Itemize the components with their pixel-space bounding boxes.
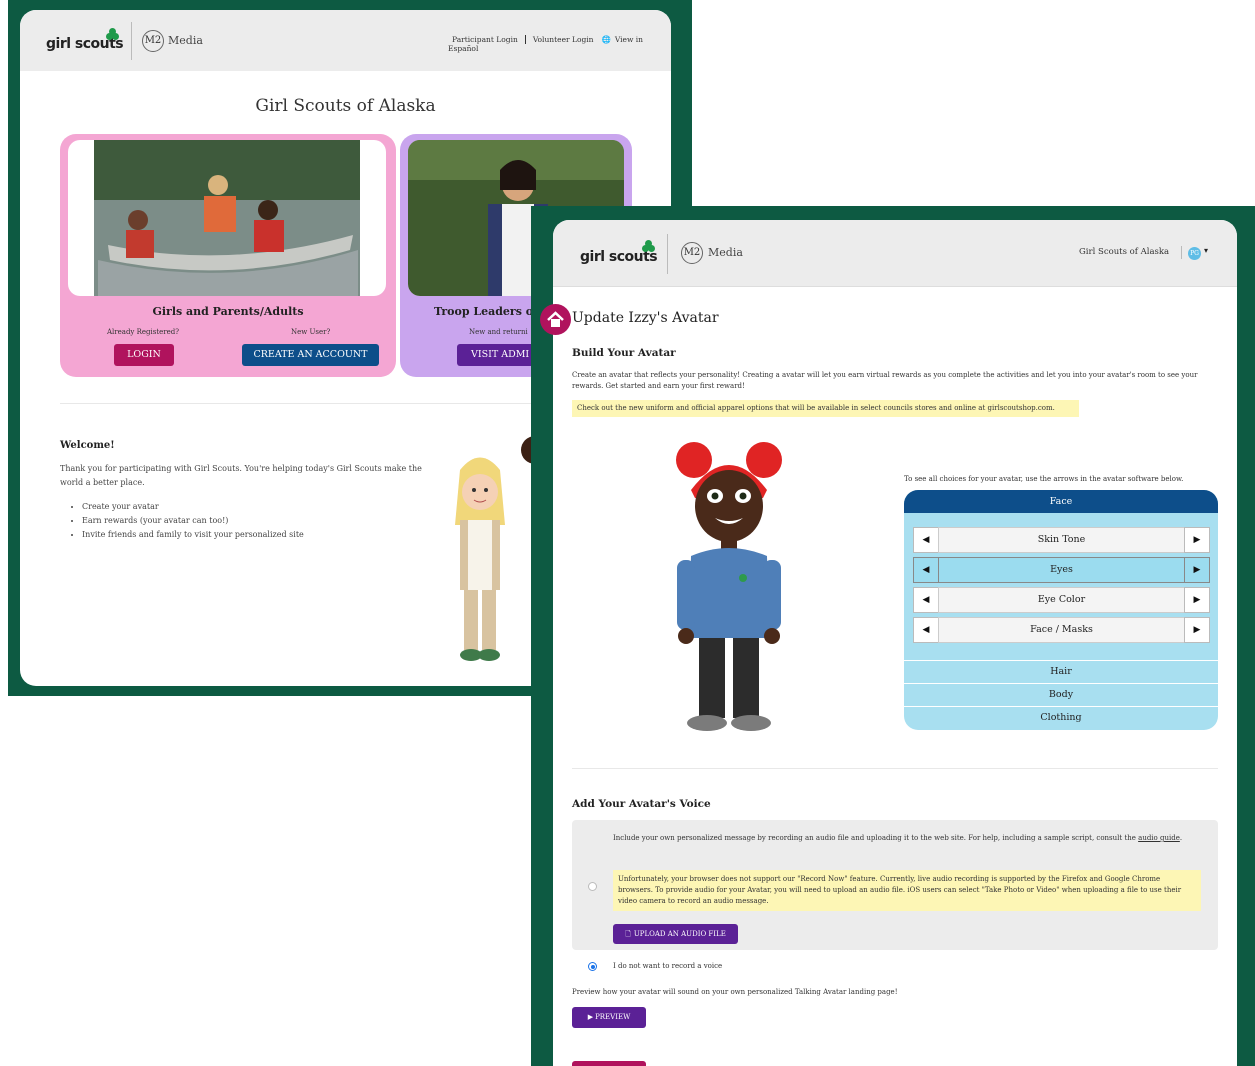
next-arrow-icon[interactable]: ▶: [1184, 557, 1210, 583]
welcome-heading: Welcome!: [60, 440, 115, 451]
header-divider: [131, 22, 132, 60]
create-account-button[interactable]: CREATE AN ACCOUNT: [242, 344, 379, 366]
play-circle-icon: ▶: [587, 1013, 594, 1021]
card-heading: Girls and Parents/Adults: [152, 305, 304, 318]
voice-heading: Add Your Avatar's Voice: [572, 798, 711, 810]
apparel-notice: Check out the new uniform and official a…: [572, 400, 1079, 417]
avatar-picker: Face ◀ Skin Tone ▶ ◀ Eyes ▶ ◀ Eye Color …: [904, 490, 1218, 730]
preview-text: Preview how your avatar will sound on yo…: [572, 988, 898, 996]
editor-header: girl scouts M2 Media Girl Scouts of Alas…: [553, 220, 1237, 287]
canoe-photo: [68, 140, 386, 296]
voice-instructions-text: Include your own personalized message by…: [613, 834, 1136, 842]
option-label: Skin Tone: [938, 527, 1185, 553]
login-button[interactable]: LOGIN: [114, 344, 174, 366]
avatar-editor-window: girl scouts M2 Media Girl Scouts of Alas…: [553, 220, 1237, 1066]
face-section-tab[interactable]: Face: [904, 490, 1218, 513]
preview-button[interactable]: ▶ PREVIEW: [572, 1007, 646, 1028]
volunteer-login-link[interactable]: Volunteer Login: [529, 35, 598, 44]
option-label: Eye Color: [938, 587, 1185, 613]
next-arrow-icon[interactable]: ▶: [1184, 527, 1210, 553]
option-label: Eyes: [938, 557, 1185, 583]
m2-badge: M2: [142, 30, 164, 52]
category-hair[interactable]: Hair: [904, 660, 1218, 683]
avatar-preview: [676, 442, 782, 731]
trefoil-icon: [106, 28, 120, 42]
new-returning-label: New and returni: [469, 328, 528, 336]
save-button[interactable]: [572, 1061, 646, 1066]
upload-audio-button[interactable]: 🗋 UPLOAD AN AUDIO FILE: [613, 924, 738, 944]
user-avatar[interactable]: PG: [1188, 247, 1201, 260]
top-links: Participant Login Volunteer Login 🌐 View in…: [448, 35, 671, 53]
option-eyes: ◀ Eyes ▶: [913, 557, 1210, 583]
option-eye-color: ◀ Eye Color ▶: [913, 587, 1210, 613]
next-arrow-icon[interactable]: ▶: [1184, 587, 1210, 613]
new-user-label: New User?: [291, 328, 331, 336]
audio-guide-link[interactable]: audio guide: [1138, 834, 1180, 842]
m2-media-label: Media: [708, 246, 743, 259]
header-divider: [667, 234, 668, 274]
girls-parents-card: Girls and Parents/Adults Already Registe…: [60, 134, 396, 377]
picker-hint: To see all choices for your avatar, use …: [904, 475, 1184, 483]
upload-audio-label: UPLOAD AN AUDIO FILE: [633, 930, 726, 938]
card-heading: Troop Leaders or: [434, 305, 539, 318]
preview-label: PREVIEW: [595, 1013, 631, 1021]
already-registered-label: Already Registered?: [107, 328, 180, 336]
build-avatar-heading: Build Your Avatar: [572, 347, 676, 359]
caret-down-icon[interactable]: ▾: [1204, 246, 1208, 255]
next-arrow-icon[interactable]: ▶: [1184, 617, 1210, 643]
section-divider: [572, 768, 1218, 769]
list-item: Earn rewards (your avatar can too!): [82, 514, 304, 528]
option-skin-tone: ◀ Skin Tone ▶: [913, 527, 1210, 553]
page-title: Girl Scouts of Alaska: [255, 96, 436, 116]
welcome-list: Create your avatar Earn rewards (your av…: [60, 500, 304, 542]
participant-login-link[interactable]: Participant Login: [448, 35, 522, 44]
category-body[interactable]: Body: [904, 683, 1218, 706]
home-button[interactable]: [540, 304, 571, 335]
voice-instructions: Include your own personalized message by…: [613, 834, 1183, 842]
no-voice-label: I do not want to record a voice: [613, 962, 723, 970]
trefoil-icon: [642, 240, 656, 254]
org-divider: [1181, 246, 1182, 259]
globe-icon: 🌐: [601, 35, 611, 44]
canoe-photo-image: [94, 140, 360, 296]
list-item: Invite friends and family to visit your …: [82, 528, 304, 542]
build-intro-text: Create an avatar that reflects your pers…: [572, 371, 1198, 390]
browser-warning: Unfortunately, your browser does not sup…: [613, 870, 1201, 911]
file-icon: 🗋: [625, 930, 631, 938]
org-name: Girl Scouts of Alaska: [1079, 247, 1170, 257]
list-item: Create your avatar: [82, 500, 304, 514]
prev-arrow-icon[interactable]: ◀: [913, 587, 939, 613]
prev-arrow-icon[interactable]: ◀: [913, 617, 939, 643]
category-clothing[interactable]: Clothing: [904, 706, 1218, 729]
voice-upload-panel: Include your own personalized message by…: [572, 820, 1218, 950]
option-label: Face / Masks: [938, 617, 1185, 643]
link-separator: [524, 35, 526, 44]
m2-badge: M2: [681, 242, 703, 264]
record-voice-radio[interactable]: [588, 882, 597, 891]
home-icon: [547, 311, 564, 327]
no-voice-radio[interactable]: [588, 962, 597, 971]
page-title: Update Izzy's Avatar: [572, 310, 719, 326]
option-face-masks: ◀ Face / Masks ▶: [913, 617, 1210, 643]
prev-arrow-icon[interactable]: ◀: [913, 557, 939, 583]
landing-header: girl scouts M2 Media Participant Login Vo…: [20, 10, 671, 71]
welcome-text: Thank you for participating with Girl Sc…: [60, 464, 422, 487]
m2-media-label: Media: [168, 34, 203, 47]
prev-arrow-icon[interactable]: ◀: [913, 527, 939, 553]
